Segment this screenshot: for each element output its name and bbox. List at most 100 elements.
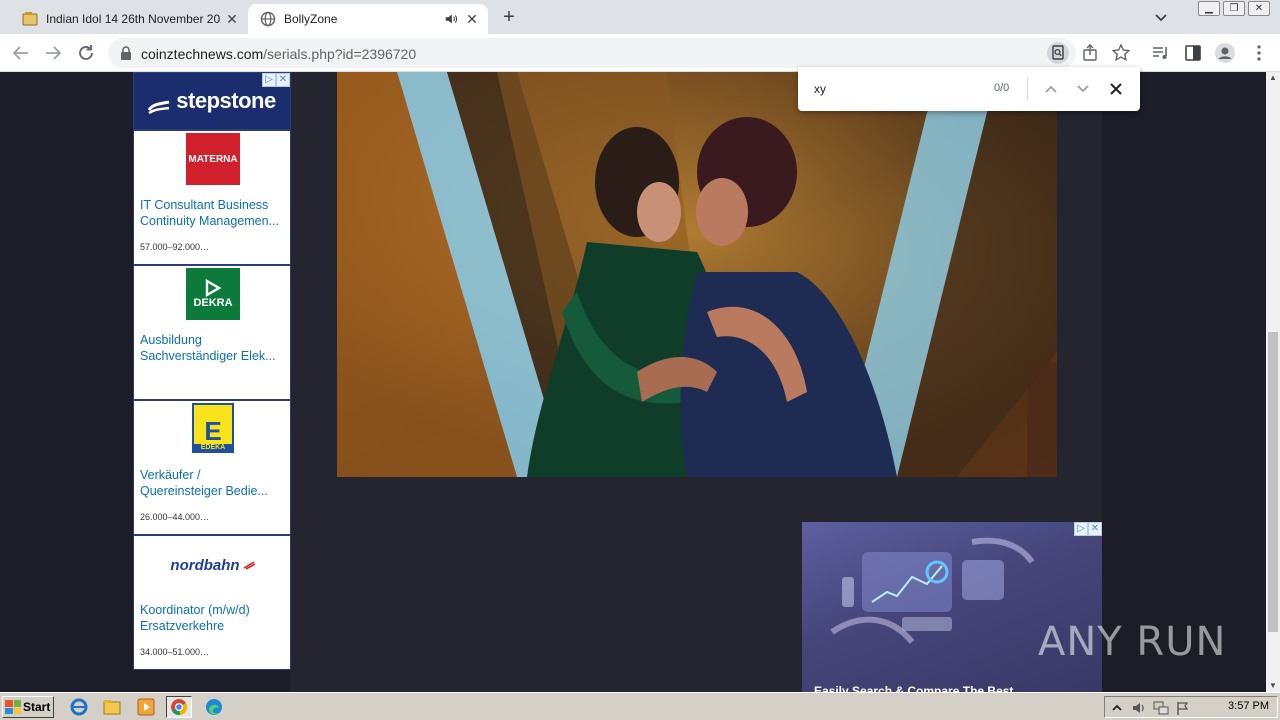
ad-close-icon[interactable]: ✕ [276, 73, 290, 87]
taskbar-clock[interactable]: 3:57 PM [1228, 700, 1269, 712]
window-controls: ▁ ❐ ✕ [1198, 1, 1270, 16]
job-listing-dekra[interactable]: DEKRA Ausbildung Sachverständiger Elek..… [134, 264, 290, 399]
windows-logo-icon [5, 700, 21, 714]
find-close-icon[interactable] [1106, 79, 1126, 99]
taskbar-chrome-icon[interactable] [166, 696, 192, 718]
bookmark-star-icon[interactable] [1110, 42, 1132, 64]
dekra-logo: DEKRA [186, 268, 240, 320]
system-tray: 3:57 PM [1104, 696, 1278, 718]
back-arrow-icon[interactable] [10, 42, 32, 64]
anyrun-watermark: ANY RUN [1038, 612, 1226, 672]
tray-show-hidden-icon[interactable] [1109, 700, 1125, 716]
speaker-icon[interactable] [444, 12, 458, 26]
action-center-flag-icon[interactable] [1175, 700, 1191, 716]
tab-search-chevron-icon[interactable] [1152, 8, 1170, 26]
edeka-e-glyph: E [204, 416, 222, 446]
find-bar: xy 0/0 [798, 67, 1140, 111]
find-divider [1027, 77, 1028, 101]
side-panel-icon[interactable] [1182, 42, 1204, 64]
job-title-line: Continuity Managemen... [140, 214, 279, 228]
web-page: stepstone ▷ ✕ MATERNA IT Consultant Busi… [0, 72, 1266, 692]
watermark-text: ANY RUN [1038, 619, 1227, 665]
job-title[interactable]: Koordinator (m/w/d) Ersatzverkehre [140, 602, 288, 634]
job-title-line: Verkäufer / [140, 468, 201, 482]
lock-icon[interactable] [120, 46, 132, 60]
url-host: coinztechnews.com [141, 46, 264, 62]
find-in-page-icon[interactable] [1047, 42, 1069, 64]
nordbahn-logo-text: nordbahn [170, 556, 240, 574]
taskbar-edge-icon[interactable] [201, 696, 227, 718]
stepstone-brand: stepstone [176, 88, 276, 113]
close-window-button[interactable]: ✕ [1248, 1, 1270, 16]
profile-avatar-icon[interactable] [1214, 42, 1236, 64]
url-text: coinztechnews.com/serials.php?id=2396720 [141, 46, 416, 62]
adchoices-badge[interactable]: ▷ ✕ [262, 73, 290, 87]
find-previous-icon[interactable] [1041, 79, 1061, 99]
new-tab-button[interactable]: + [498, 6, 520, 28]
job-title-line: IT Consultant Business [140, 198, 269, 212]
job-listing-nordbahn[interactable]: nordbahn Koordinator (m/w/d) Ersatzverke… [134, 534, 290, 669]
restore-button[interactable]: ❐ [1223, 1, 1245, 16]
tab-title: BollyZone [284, 12, 338, 26]
job-title-line: Koordinator (m/w/d) [140, 603, 250, 617]
share-icon[interactable] [1079, 42, 1101, 64]
find-input[interactable]: xy [814, 82, 826, 96]
tab-bollyzone[interactable]: BollyZone ✕ [248, 4, 488, 34]
adchoices-badge[interactable]: ▷ ✕ [1074, 522, 1102, 536]
job-title-line: Quereinsteiger Bedie... [140, 484, 268, 498]
job-title-line: Ausbildung [140, 333, 202, 347]
scroll-down-arrow-icon[interactable]: ▼ [1266, 680, 1280, 692]
url-path: /serials.php?id=2396720 [263, 46, 417, 62]
network-icon[interactable] [1153, 700, 1169, 716]
reload-icon[interactable] [75, 42, 97, 64]
start-label: Start [23, 700, 51, 714]
start-button[interactable]: Start [2, 696, 54, 718]
minimize-button[interactable]: ▁ [1198, 1, 1220, 16]
address-bar[interactable]: coinztechnews.com/serials.php?id=2396720 [108, 38, 1131, 68]
ad-close-icon[interactable]: ✕ [1088, 522, 1102, 536]
dekra-logo-text: DEKRA [193, 297, 233, 309]
media-control-icon[interactable] [1150, 42, 1172, 64]
page-scrollbar[interactable]: ▲ ▼ [1266, 72, 1280, 692]
video-player[interactable] [337, 72, 1057, 477]
job-salary: 26.000–44.000… [140, 512, 210, 522]
close-tab-icon[interactable]: ✕ [224, 11, 240, 27]
nordbahn-stripes-icon [243, 561, 255, 570]
tab-strip: Indian Idol 14 26th November 2023 ✕ Boll… [0, 0, 1280, 34]
taskbar-media-player-icon[interactable] [133, 696, 159, 718]
materna-logo: MATERNA [186, 133, 240, 185]
scroll-up-arrow-icon[interactable]: ▲ [1266, 72, 1280, 84]
windows-taskbar: Start 3:57 PM [0, 692, 1280, 720]
find-next-icon[interactable] [1073, 79, 1093, 99]
job-listing-materna[interactable]: MATERNA IT Consultant Business Continuit… [134, 129, 290, 264]
nordbahn-logo: nordbahn [158, 550, 268, 580]
adchoices-icon[interactable]: ▷ [1074, 522, 1088, 536]
edeka-logo-text: EDEKA [194, 444, 232, 451]
menu-kebab-icon[interactable] [1248, 42, 1270, 64]
job-listing-edeka[interactable]: E EDEKA Verkäufer / Quereinsteiger Bedie… [134, 399, 290, 534]
tab-title: Indian Idol 14 26th November 2023 [46, 12, 221, 26]
stepstone-ad[interactable]: stepstone ▷ ✕ MATERNA IT Consultant Busi… [133, 72, 291, 670]
close-tab-icon[interactable]: ✕ [464, 11, 480, 27]
job-title-line: Ersatzverkehre [140, 619, 225, 633]
job-title-line: Sachverständiger Elek... [140, 349, 276, 363]
globe-icon [260, 11, 276, 27]
trading-ad-headline[interactable]: Easily Search & Compare The Best [814, 684, 1013, 692]
job-salary: 57.000–92.000… [140, 242, 210, 252]
job-title[interactable]: IT Consultant Business Continuity Manage… [140, 197, 288, 229]
job-title[interactable]: Ausbildung Sachverständiger Elek... [140, 332, 288, 364]
job-title[interactable]: Verkäufer / Quereinsteiger Bedie... [140, 467, 288, 499]
adchoices-icon[interactable]: ▷ [262, 73, 276, 87]
tab-indian-idol[interactable]: Indian Idol 14 26th November 2023 ✕ [8, 4, 248, 34]
volume-icon[interactable] [1131, 700, 1147, 716]
taskbar-ie-icon[interactable] [66, 696, 92, 718]
find-match-count: 0/0 [994, 82, 1010, 94]
forward-arrow-icon[interactable] [42, 42, 64, 64]
edeka-logo: E EDEKA [192, 403, 234, 453]
taskbar-explorer-icon[interactable] [99, 696, 125, 718]
job-salary: 34.000–51.000… [140, 647, 210, 657]
page-favicon-icon [22, 12, 38, 26]
video-frame-image [337, 72, 1057, 477]
dekra-arrow-icon [205, 279, 222, 297]
scrollbar-thumb[interactable] [1268, 332, 1278, 632]
